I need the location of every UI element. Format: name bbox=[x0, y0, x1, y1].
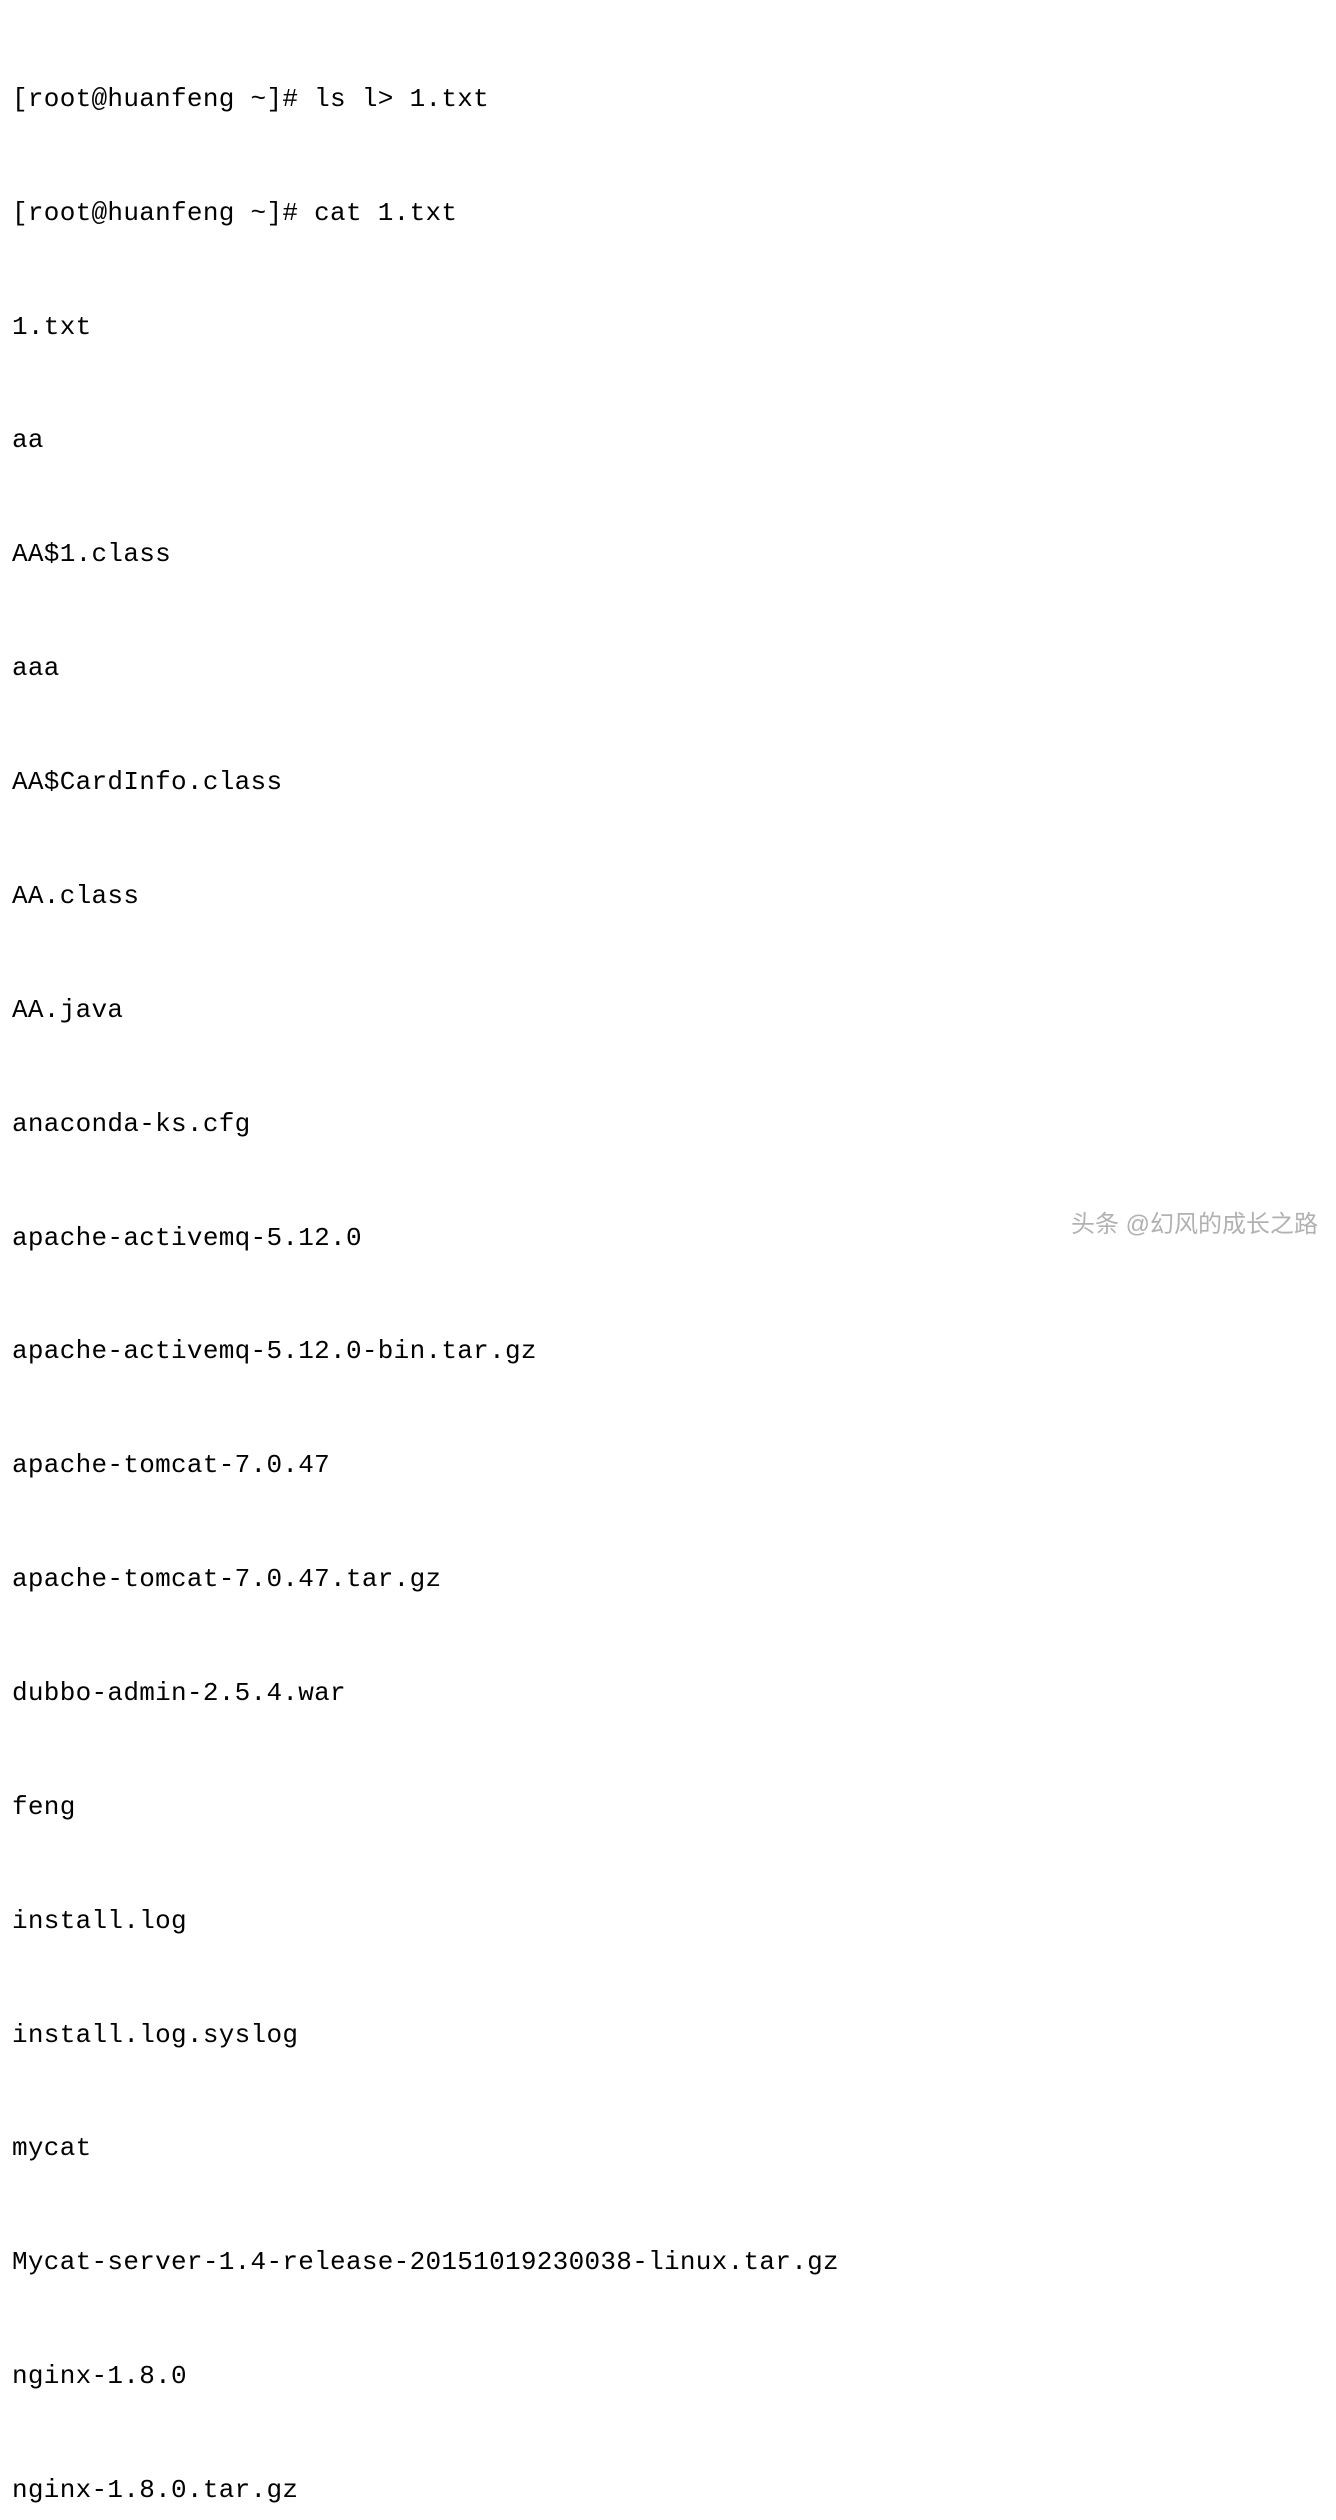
output-line: apache-activemq-5.12.0-bin.tar.gz bbox=[12, 1333, 1324, 1371]
output-line: nginx-1.8.0 bbox=[12, 2358, 1324, 2396]
output-line: Mycat-server-1.4-release-20151019230038-… bbox=[12, 2244, 1324, 2282]
output-line: AA$1.class bbox=[12, 536, 1324, 574]
command-text: ls l> 1.txt bbox=[314, 84, 489, 114]
prompt: [root@huanfeng ~]# bbox=[12, 84, 298, 114]
output-line: dubbo-admin-2.5.4.war bbox=[12, 1675, 1324, 1713]
output-line: 1.txt bbox=[12, 309, 1324, 347]
output-line: aa bbox=[12, 422, 1324, 460]
output-line: AA$CardInfo.class bbox=[12, 764, 1324, 802]
prompt: [root@huanfeng ~]# bbox=[12, 198, 298, 228]
output-line: anaconda-ks.cfg bbox=[12, 1106, 1324, 1144]
output-line: AA.class bbox=[12, 878, 1324, 916]
output-line: nginx-1.8.0.tar.gz bbox=[12, 2472, 1324, 2510]
output-line: AA.java bbox=[12, 992, 1324, 1030]
output-line: feng bbox=[12, 1789, 1324, 1827]
terminal-output[interactable]: [root@huanfeng ~]# ls l> 1.txt [root@hua… bbox=[12, 5, 1324, 2520]
output-line: apache-tomcat-7.0.47.tar.gz bbox=[12, 1561, 1324, 1599]
output-line: aaa bbox=[12, 650, 1324, 688]
command-line: [root@huanfeng ~]# ls l> 1.txt bbox=[12, 81, 1324, 119]
output-line: install.log bbox=[12, 1903, 1324, 1941]
output-line: apache-tomcat-7.0.47 bbox=[12, 1447, 1324, 1485]
command-line: [root@huanfeng ~]# cat 1.txt bbox=[12, 195, 1324, 233]
output-line: mycat bbox=[12, 2130, 1324, 2168]
command-text: cat 1.txt bbox=[314, 198, 457, 228]
watermark-text: 头条 @幻风的成长之路 bbox=[1071, 1207, 1318, 1242]
output-line: install.log.syslog bbox=[12, 2017, 1324, 2055]
